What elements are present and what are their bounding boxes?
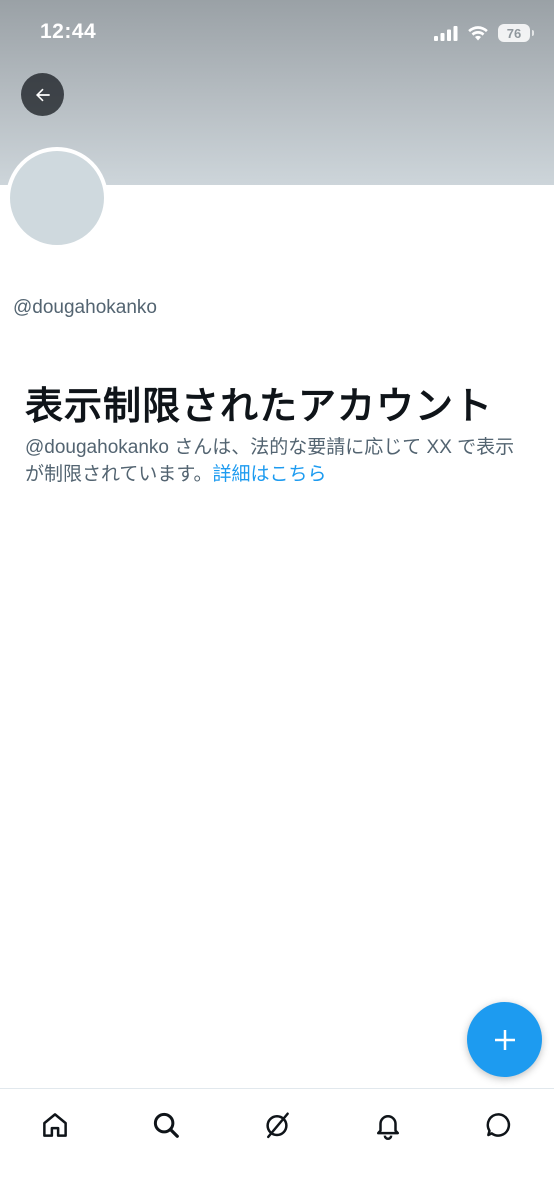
restricted-account-title: 表示制限されたアカウント (25, 386, 494, 428)
bottom-navigation (0, 1088, 554, 1201)
status-bar: 12:44 76 (0, 0, 554, 66)
nav-notifications[interactable] (368, 1105, 408, 1145)
notifications-bell-icon (377, 1115, 399, 1140)
back-button[interactable] (21, 73, 64, 116)
avatar (6, 147, 108, 249)
nav-messages[interactable] (479, 1105, 519, 1145)
nav-grok[interactable] (257, 1105, 297, 1145)
restricted-account-description: @dougahokanko さんは、法的な要請に応じて XX で表示が制限されて… (25, 434, 530, 488)
nav-search[interactable] (146, 1105, 186, 1145)
wifi-icon (468, 26, 488, 41)
battery-level: 76 (506, 25, 522, 41)
compose-button[interactable] (467, 1002, 542, 1077)
plus-icon (494, 1029, 515, 1050)
messages-icon (486, 1113, 511, 1137)
battery-icon: 76 (498, 24, 534, 42)
learn-more-link[interactable]: 詳細はこちら (213, 464, 327, 485)
status-time: 12:44 (40, 20, 97, 43)
search-icon (153, 1112, 179, 1138)
home-icon (43, 1113, 67, 1137)
profile-handle: @dougahokanko (13, 297, 157, 318)
signal-icon (434, 26, 458, 41)
status-icons: 76 (434, 22, 534, 44)
arrow-left-icon (35, 88, 50, 101)
grok-icon (266, 1112, 289, 1139)
nav-home[interactable] (35, 1105, 75, 1145)
